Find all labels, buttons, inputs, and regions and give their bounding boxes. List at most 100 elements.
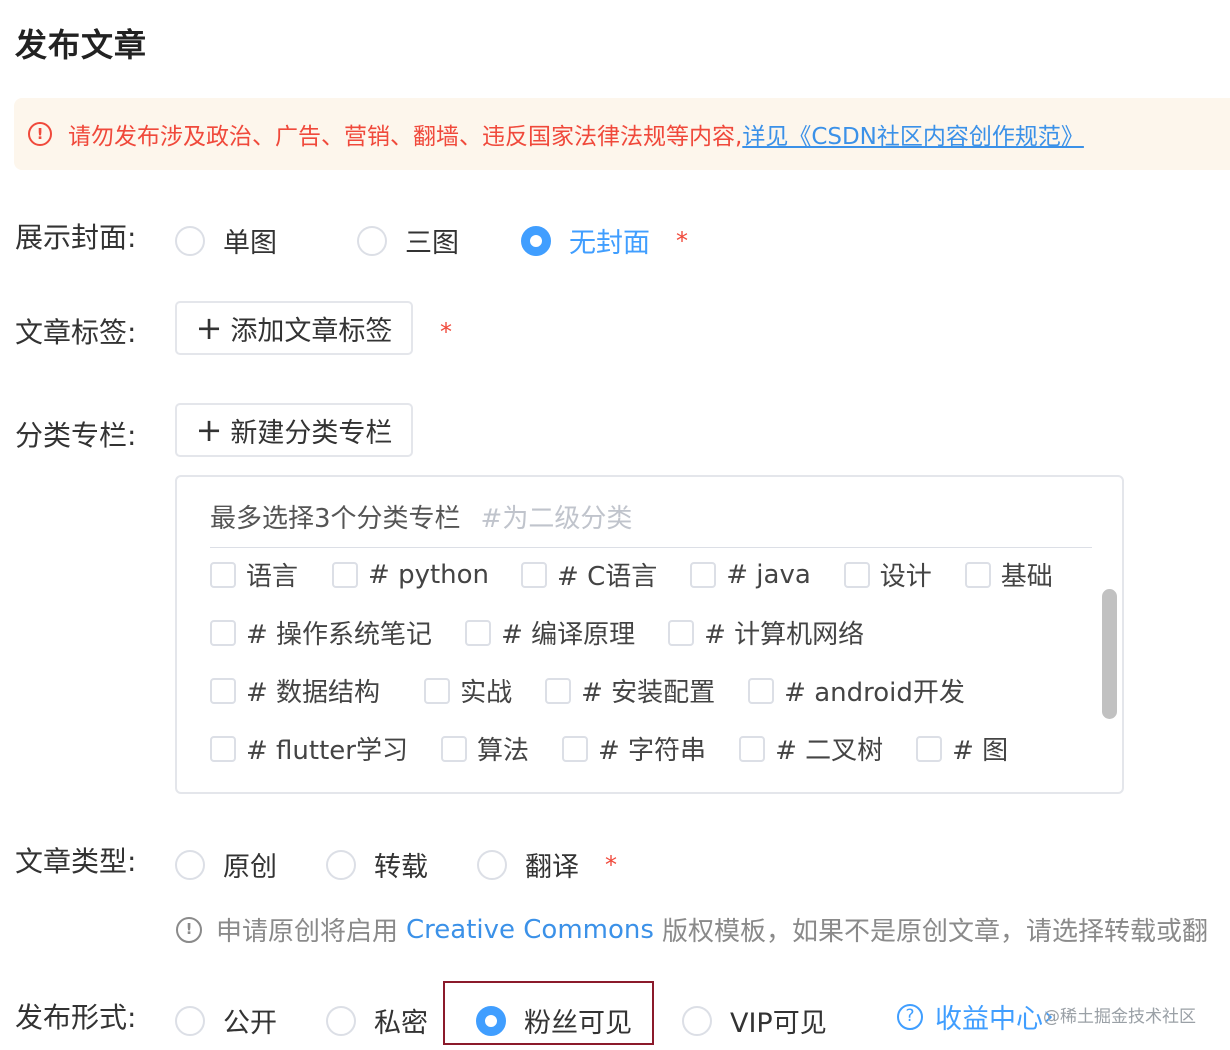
publish-label: 发布形式:: [15, 1001, 137, 1034]
checkbox-box[interactable]: [424, 677, 451, 704]
checkbox-label: # 计算机网络: [704, 620, 865, 650]
plus-icon: +: [195, 411, 223, 449]
creative-commons-link[interactable]: Creative Commons: [406, 915, 654, 945]
tags-label: 文章标签:: [15, 316, 137, 349]
checkbox-label: 设计: [879, 562, 932, 592]
radio-circle[interactable]: [175, 225, 205, 256]
checkbox-label: # python: [368, 559, 490, 590]
publish-option-private[interactable]: 私密: [326, 1001, 428, 1040]
question-icon: ?: [897, 1003, 923, 1030]
category-hint-text: 最多选择3个分类专栏: [210, 504, 461, 534]
checkbox-label: # 数据结构: [246, 678, 381, 708]
notice-text: 请勿发布涉及政治、广告、营销、翻墙、违反国家法律法规等内容,: [68, 124, 743, 150]
checkbox-label: # C语言: [557, 562, 658, 592]
category-checkbox[interactable]: # 编译原理: [465, 614, 635, 651]
checkbox-label: 算法: [476, 736, 529, 766]
plus-icon: +: [195, 309, 223, 347]
checkbox-label: # 操作系统笔记: [246, 620, 433, 650]
radio-label: 原创: [223, 852, 277, 883]
category-checkbox[interactable]: 实战: [424, 672, 512, 709]
radio-label: 单图: [223, 228, 277, 259]
checkbox-box[interactable]: [521, 561, 548, 588]
category-checkbox[interactable]: # android开发: [748, 672, 965, 709]
article-type-repost[interactable]: 转载: [326, 845, 428, 884]
category-row: # 操作系统笔记 # 编译原理 # 计算机网络: [210, 614, 864, 651]
publish-option-vip[interactable]: VIP可见: [682, 1001, 827, 1040]
add-category-button[interactable]: + 新建分类专栏: [175, 403, 413, 457]
article-type-label: 文章类型:: [15, 845, 137, 878]
checkbox-box[interactable]: [332, 561, 359, 588]
checkbox-label: # 图: [952, 736, 1009, 766]
category-checkbox[interactable]: # 二叉树: [739, 730, 883, 767]
radio-circle[interactable]: [175, 849, 205, 880]
radio-circle-checked[interactable]: [521, 225, 551, 256]
content-policy-notice: ! 请勿发布涉及政治、广告、营销、翻墙、违反国家法律法规等内容, 详见《CSDN…: [14, 98, 1230, 170]
income-center-link[interactable]: ? 收益中心 ›: [897, 997, 1054, 1036]
radio-circle[interactable]: [175, 1005, 205, 1036]
checkbox-box[interactable]: [210, 677, 236, 704]
checkbox-box[interactable]: [739, 735, 766, 762]
checkbox-box[interactable]: [843, 561, 870, 588]
cover-option-single[interactable]: 单图: [175, 221, 277, 260]
category-checkbox[interactable]: 算法: [440, 730, 529, 767]
checkbox-box[interactable]: [545, 677, 572, 704]
article-type-radio-group: 原创 转载 翻译 *: [175, 845, 617, 884]
category-checkbox[interactable]: # 操作系统笔记: [210, 614, 432, 651]
article-type-translation[interactable]: 翻译: [477, 845, 579, 884]
add-tag-button[interactable]: + 添加文章标签: [175, 301, 413, 355]
warning-icon: !: [28, 122, 52, 146]
cover-radio-group: 单图 三图 无封面 *: [175, 221, 688, 260]
checkbox-label: # 安装配置: [581, 678, 716, 708]
info-icon: !: [176, 916, 202, 943]
category-checkbox[interactable]: # 安装配置: [545, 672, 715, 709]
category-checkbox[interactable]: 基础: [964, 556, 1053, 593]
checkbox-box[interactable]: [964, 561, 991, 588]
radio-label: VIP可见: [730, 1008, 827, 1039]
checkbox-box[interactable]: [916, 735, 943, 762]
checkbox-label: 语言: [246, 562, 299, 592]
radio-circle[interactable]: [357, 225, 387, 256]
checkbox-box[interactable]: [465, 619, 492, 646]
checkbox-box[interactable]: [690, 561, 717, 588]
category-row: 语言 # python # C语言 # java 设计 基础: [210, 556, 1053, 593]
publish-option-public[interactable]: 公开: [175, 1001, 277, 1040]
required-mark: *: [440, 318, 452, 346]
category-checkbox[interactable]: # C语言: [521, 556, 657, 593]
category-scrollbar[interactable]: [1102, 589, 1117, 719]
category-checkbox[interactable]: # flutter学习: [210, 730, 408, 767]
category-hint: 最多选择3个分类专栏 #为二级分类: [210, 498, 632, 535]
radio-circle[interactable]: [326, 849, 356, 880]
cover-option-three[interactable]: 三图: [357, 221, 459, 260]
checkbox-box[interactable]: [210, 735, 236, 762]
category-checkbox[interactable]: 语言: [210, 556, 298, 593]
category-checkbox[interactable]: # java: [690, 560, 811, 590]
category-row: # 数据结构 实战 # 安装配置 # android开发: [210, 672, 965, 709]
category-selector: 最多选择3个分类专栏 #为二级分类 语言 # python # C语言 # jav…: [175, 475, 1124, 794]
category-checkbox[interactable]: # 数据结构: [210, 672, 380, 709]
checkbox-box[interactable]: [210, 561, 236, 588]
checkbox-box[interactable]: [748, 677, 775, 704]
checkbox-box[interactable]: [562, 735, 588, 762]
category-checkbox[interactable]: # python: [332, 560, 489, 590]
radio-circle[interactable]: [477, 849, 507, 880]
selection-highlight: [443, 981, 654, 1045]
radio-label: 转载: [374, 852, 428, 883]
category-checkbox[interactable]: # 计算机网络: [668, 614, 864, 651]
category-checkbox[interactable]: 设计: [843, 556, 932, 593]
checkbox-box[interactable]: [210, 619, 236, 646]
info-suffix: 版权模板，如果不是原创文章，请选择转载或翻: [661, 917, 1208, 947]
article-type-original[interactable]: 原创: [175, 845, 277, 884]
cover-option-none[interactable]: 无封面: [521, 221, 650, 260]
category-checkbox[interactable]: # 图: [916, 730, 1008, 767]
checkbox-label: # 二叉树: [775, 736, 884, 766]
policy-link[interactable]: 详见《CSDN社区内容创作规范》: [742, 117, 1084, 151]
checkbox-box[interactable]: [668, 619, 695, 646]
checkbox-label: # android开发: [784, 678, 965, 708]
required-mark: *: [676, 226, 688, 255]
add-category-button-label: 新建分类专栏: [230, 417, 393, 449]
radio-circle[interactable]: [682, 1005, 712, 1036]
radio-circle[interactable]: [326, 1005, 356, 1036]
category-checkbox[interactable]: # 字符串: [562, 730, 706, 767]
info-prefix: 申请原创将启用: [216, 917, 399, 947]
checkbox-box[interactable]: [440, 735, 467, 762]
